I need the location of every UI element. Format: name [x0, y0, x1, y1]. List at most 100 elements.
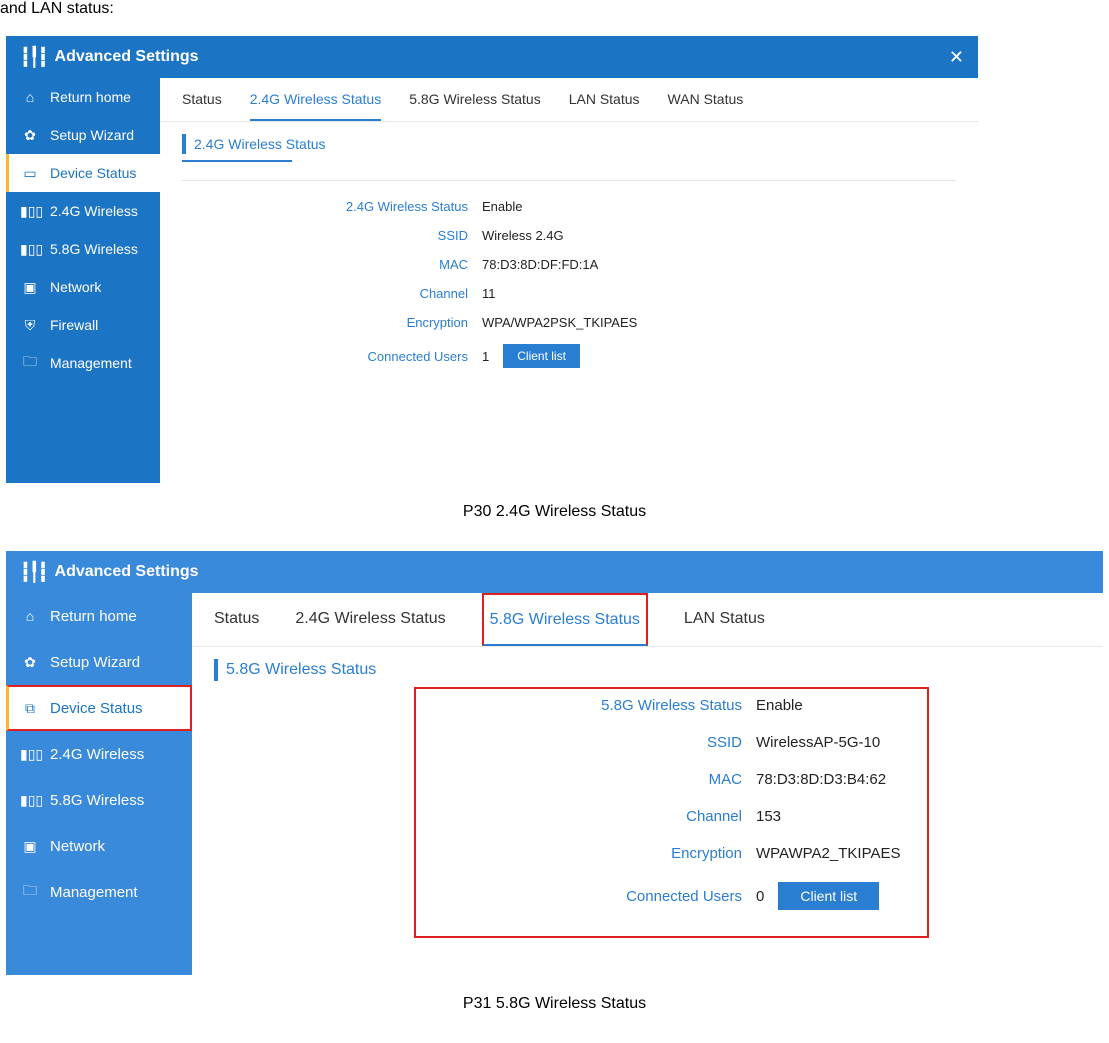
- field-label: 5.8G Wireless Status: [416, 697, 756, 714]
- sidebar-item-label: Network: [50, 279, 101, 295]
- main-panel: Status 2.4G Wireless Status 5.8G Wireles…: [192, 593, 1103, 975]
- briefcase-icon: 🗀: [20, 351, 40, 375]
- close-icon[interactable]: ✕: [949, 47, 964, 68]
- titlebar: ┇╿┇ Advanced Settings: [6, 551, 1103, 593]
- sliders-icon: ┇╿┇: [20, 47, 47, 68]
- field-row: SSID WirelessAP-5G-10: [416, 734, 927, 751]
- field-label: Channel: [182, 286, 482, 301]
- tab-58g-wireless-status[interactable]: 5.8G Wireless Status: [409, 78, 541, 121]
- home-icon: ⌂: [20, 89, 40, 105]
- sidebar-item-firewall[interactable]: ⛨ Firewall: [6, 306, 160, 344]
- tab-lan-status[interactable]: LAN Status: [569, 78, 640, 121]
- field-value: 78:D3:8D:D3:B4:62: [756, 771, 886, 788]
- field-row: Connected Users 1 Client list: [182, 344, 956, 368]
- sidebar-item-label: Device Status: [50, 165, 136, 181]
- sidebar-item-setup-wizard[interactable]: ✿ Setup Wizard: [6, 116, 160, 154]
- tab-wan-status[interactable]: WAN Status: [668, 78, 744, 121]
- sidebar-item-device-status[interactable]: ⧉ Device Status: [6, 685, 192, 731]
- sidebar-item-label: 2.4G Wireless: [50, 203, 138, 219]
- field-row: Connected Users 0 Client list: [416, 882, 927, 910]
- sidebar-item-label: Device Status: [50, 700, 143, 717]
- home-icon: ⌂: [20, 608, 40, 624]
- field-row: 2.4G Wireless Status Enable: [182, 199, 956, 214]
- sidebar-item-58g-wireless[interactable]: ▮▯▯ 5.8G Wireless: [6, 230, 160, 268]
- highlighted-fields-box: 5.8G Wireless Status Enable SSID Wireles…: [414, 687, 929, 938]
- intro-text: and LAN status:: [0, 0, 1109, 36]
- network-icon: ▣: [20, 279, 40, 296]
- field-value: 0: [756, 888, 764, 905]
- sidebar-item-label: 5.8G Wireless: [50, 792, 144, 809]
- sidebar-item-device-status[interactable]: ▭ Device Status: [6, 154, 160, 192]
- title-text: Advanced Settings: [55, 48, 199, 66]
- tab-24g-wireless-status[interactable]: 2.4G Wireless Status: [295, 593, 445, 646]
- field-row: MAC 78:D3:8D:D3:B4:62: [416, 771, 927, 788]
- sidebar-item-network[interactable]: ▣ Network: [6, 268, 160, 306]
- field-label: Connected Users: [182, 349, 482, 364]
- field-value: WirelessAP-5G-10: [756, 734, 880, 751]
- field-value: Enable: [482, 199, 522, 214]
- sidebar-item-management[interactable]: 🗀 Management: [6, 869, 192, 915]
- signal-icon: ▮▯▯: [20, 746, 40, 763]
- signal-icon: ▮▯▯: [20, 792, 40, 809]
- field-value: WPA/WPA2PSK_TKIPAES: [482, 315, 637, 330]
- sidebar-item-24g-wireless[interactable]: ▮▯▯ 2.4G Wireless: [6, 192, 160, 230]
- caption-p31: P31 5.8G Wireless Status: [0, 995, 1109, 1013]
- sidebar-item-24g-wireless[interactable]: ▮▯▯ 2.4G Wireless: [6, 731, 192, 777]
- tabs: Status 2.4G Wireless Status 5.8G Wireles…: [160, 78, 978, 122]
- sidebar-item-management[interactable]: 🗀 Management: [6, 344, 160, 382]
- tab-24g-wireless-status[interactable]: 2.4G Wireless Status: [250, 78, 382, 121]
- client-list-button[interactable]: Client list: [503, 344, 580, 368]
- gear-icon: ✿: [20, 654, 40, 671]
- sidebar-item-setup-wizard[interactable]: ✿ Setup Wizard: [6, 639, 192, 685]
- sidebar-item-label: Return home: [50, 608, 137, 625]
- field-row: 5.8G Wireless Status Enable: [416, 697, 927, 714]
- field-value: Enable: [756, 697, 803, 714]
- main-panel: Status 2.4G Wireless Status 5.8G Wireles…: [160, 78, 978, 483]
- screenshot-p30: ┇╿┇ Advanced Settings ✕ ⌂ Return home ✿ …: [6, 36, 978, 483]
- network-icon: ▣: [20, 838, 40, 855]
- tabs: Status 2.4G Wireless Status 5.8G Wireles…: [192, 593, 1103, 647]
- titlebar: ┇╿┇ Advanced Settings ✕: [6, 36, 978, 78]
- screenshot-p31: ┇╿┇ Advanced Settings ⌂ Return home ✿ Se…: [6, 551, 1103, 975]
- field-label: 2.4G Wireless Status: [182, 199, 482, 214]
- client-list-button[interactable]: Client list: [778, 882, 879, 910]
- sidebar-item-return-home[interactable]: ⌂ Return home: [6, 593, 192, 639]
- monitor-icon: ⧉: [20, 700, 40, 717]
- tab-status[interactable]: Status: [182, 78, 222, 121]
- signal-icon: ▮▯▯: [20, 203, 40, 220]
- tab-58g-wireless-status[interactable]: 5.8G Wireless Status: [482, 593, 648, 646]
- tab-status[interactable]: Status: [214, 593, 259, 646]
- sidebar: ⌂ Return home ✿ Setup Wizard ▭ Device St…: [6, 78, 160, 483]
- field-label: MAC: [182, 257, 482, 272]
- field-row: Channel 11: [182, 286, 956, 301]
- shield-icon: ⛨: [20, 317, 40, 334]
- field-label: Encryption: [416, 845, 756, 862]
- tab-lan-status[interactable]: LAN Status: [684, 593, 765, 646]
- signal-icon: ▮▯▯: [20, 241, 40, 258]
- panel-title: 2.4G Wireless Status: [182, 134, 956, 154]
- sidebar-item-label: 5.8G Wireless: [50, 241, 138, 257]
- panel-divider: [182, 180, 956, 181]
- field-value: 153: [756, 808, 781, 825]
- field-value: 11: [482, 286, 496, 301]
- sidebar-item-network[interactable]: ▣ Network: [6, 823, 192, 869]
- sidebar: ⌂ Return home ✿ Setup Wizard ⧉ Device St…: [6, 593, 192, 975]
- sidebar-item-label: 2.4G Wireless: [50, 746, 144, 763]
- sidebar-item-return-home[interactable]: ⌂ Return home: [6, 78, 160, 116]
- sidebar-item-label: Return home: [50, 89, 131, 105]
- sliders-icon: ┇╿┇: [20, 562, 47, 583]
- sidebar-item-label: Management: [50, 355, 132, 371]
- field-label: SSID: [182, 228, 482, 243]
- field-label: SSID: [416, 734, 756, 751]
- sidebar-item-label: Setup Wizard: [50, 127, 134, 143]
- gear-icon: ✿: [20, 127, 40, 144]
- caption-p30: P30 2.4G Wireless Status: [0, 503, 1109, 521]
- field-label: Channel: [416, 808, 756, 825]
- field-row: Encryption WPAWPA2_TKIPAES: [416, 845, 927, 862]
- title-text: Advanced Settings: [55, 563, 199, 581]
- sidebar-item-label: Network: [50, 838, 105, 855]
- field-row: MAC 78:D3:8D:DF:FD:1A: [182, 257, 956, 272]
- field-value: 78:D3:8D:DF:FD:1A: [482, 257, 598, 272]
- sidebar-item-label: Management: [50, 884, 138, 901]
- sidebar-item-58g-wireless[interactable]: ▮▯▯ 5.8G Wireless: [6, 777, 192, 823]
